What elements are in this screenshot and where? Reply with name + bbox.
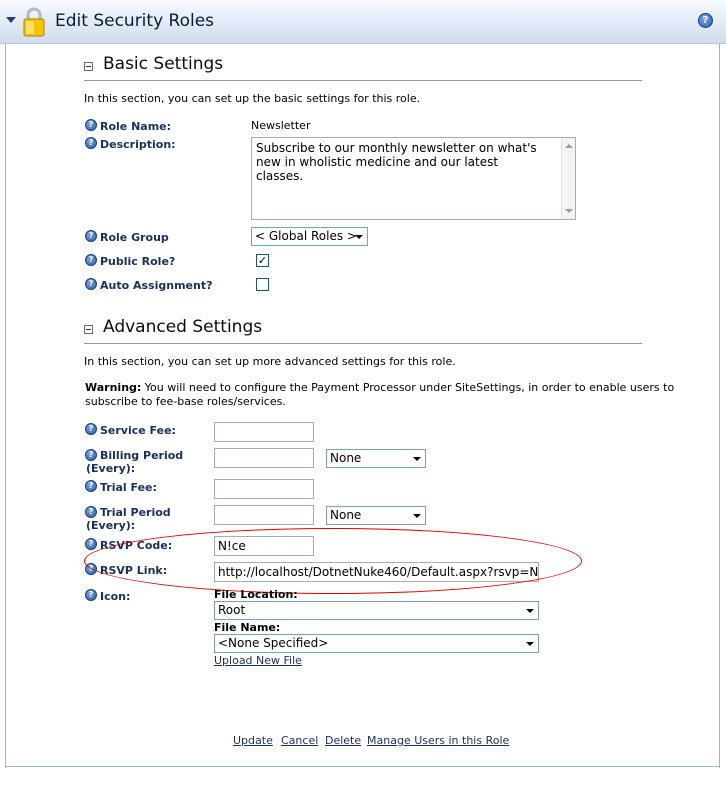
file-name-label: File Name: (214, 621, 281, 634)
advanced-intro: In this section, you can set up more adv… (84, 355, 456, 368)
icon-label: Icon: (100, 590, 131, 603)
billing-period-label-line-2: (Every): (86, 462, 136, 475)
file-name-select[interactable]: <None Specified> (214, 634, 539, 653)
trial-period-label: Trial Period (Every): (86, 506, 206, 532)
role-group-value: < Global Roles > (255, 229, 357, 243)
help-icon[interactable]: ? (85, 589, 97, 601)
basic-settings-header[interactable]: Basic Settings (84, 54, 642, 81)
collapse-icon[interactable] (84, 62, 93, 71)
scroll-down-icon[interactable] (565, 209, 573, 213)
billing-period-unit-select[interactable]: None (326, 449, 426, 468)
billing-period-input[interactable] (214, 448, 314, 468)
help-icon[interactable]: ? (85, 254, 97, 266)
role-name-label: Role Name: (100, 120, 172, 133)
trial-period-label-line-2: (Every): (86, 519, 136, 532)
description-label: Description: (100, 138, 176, 151)
description-textarea[interactable]: Subscribe to our monthly newsletter on w… (251, 137, 576, 220)
warning-text: You will need to configure the Payment P… (141, 381, 675, 394)
role-group-label: Role Group (100, 231, 169, 244)
auto-assignment-label: Auto Assignment? (100, 279, 213, 292)
file-location-value: Root (218, 603, 246, 617)
dropdown-arrow-icon (355, 235, 363, 239)
title-bar: Edit Security Roles ? (0, 0, 726, 44)
upload-new-file-link[interactable]: Upload New File (214, 654, 302, 667)
warning-line-1: Warning: You will need to configure the … (85, 381, 674, 394)
description-scrollbar[interactable] (561, 138, 575, 219)
lock-icon (23, 7, 45, 37)
trial-period-unit-value: None (330, 508, 362, 522)
page-title: Edit Security Roles (55, 11, 215, 31)
basic-settings-title: Basic Settings (103, 54, 224, 74)
bottom-divider (5, 766, 720, 767)
rsvp-annotation-ellipse (84, 528, 582, 594)
help-icon[interactable]: ? (85, 230, 97, 242)
billing-period-label-line-1: Billing Period (100, 449, 184, 462)
help-icon[interactable]: ? (85, 538, 97, 550)
help-icon[interactable]: ? (85, 278, 97, 290)
dropdown-arrow-icon (526, 609, 534, 613)
billing-period-unit-value: None (330, 451, 362, 465)
auto-assignment-checkbox[interactable] (256, 278, 269, 291)
warning-line-2: subscribe to fee-base roles/services. (85, 395, 286, 408)
service-fee-input[interactable] (214, 422, 314, 442)
dropdown-arrow-icon (526, 642, 534, 646)
billing-period-label: Billing Period (Every): (86, 449, 206, 475)
collapse-icon[interactable] (84, 325, 93, 334)
warning-label: Warning: (85, 381, 142, 394)
basic-intro: In this section, you can set up the basi… (84, 92, 421, 105)
update-link[interactable]: Update (233, 734, 273, 747)
trial-period-unit-select[interactable]: None (326, 506, 426, 525)
cancel-link[interactable]: Cancel (281, 734, 318, 747)
dropdown-arrow-icon (413, 457, 421, 461)
file-name-value: <None Specified> (218, 636, 329, 650)
trial-period-label-line-1: Trial Period (100, 506, 171, 519)
trial-period-input[interactable] (214, 505, 314, 525)
file-location-select[interactable]: Root (214, 601, 539, 620)
role-name-value: Newsletter (251, 119, 311, 132)
collapse-arrow-icon[interactable] (6, 17, 16, 23)
manage-users-link[interactable]: Manage Users in this Role (367, 734, 509, 747)
checkmark-icon: ✓ (257, 254, 268, 267)
role-group-select[interactable]: < Global Roles > (251, 227, 368, 246)
description-text: Subscribe to our monthly newsletter on w… (256, 141, 537, 183)
public-role-checkbox[interactable]: ✓ (256, 254, 269, 267)
service-fee-label: Service Fee: (100, 424, 176, 437)
advanced-settings-header[interactable]: Advanced Settings (84, 317, 642, 344)
scroll-up-icon[interactable] (565, 144, 573, 148)
help-icon[interactable]: ? (85, 423, 97, 435)
advanced-settings-title: Advanced Settings (103, 317, 263, 337)
dropdown-arrow-icon (413, 514, 421, 518)
help-icon[interactable]: ? (85, 137, 97, 149)
delete-link[interactable]: Delete (325, 734, 361, 747)
help-icon[interactable]: ? (698, 13, 713, 28)
trial-fee-label: Trial Fee: (100, 481, 157, 494)
help-icon[interactable]: ? (85, 119, 97, 131)
help-icon[interactable]: ? (85, 480, 97, 492)
public-role-label: Public Role? (100, 255, 176, 268)
file-location-label: File Location: (214, 588, 298, 601)
trial-fee-input[interactable] (214, 479, 314, 499)
